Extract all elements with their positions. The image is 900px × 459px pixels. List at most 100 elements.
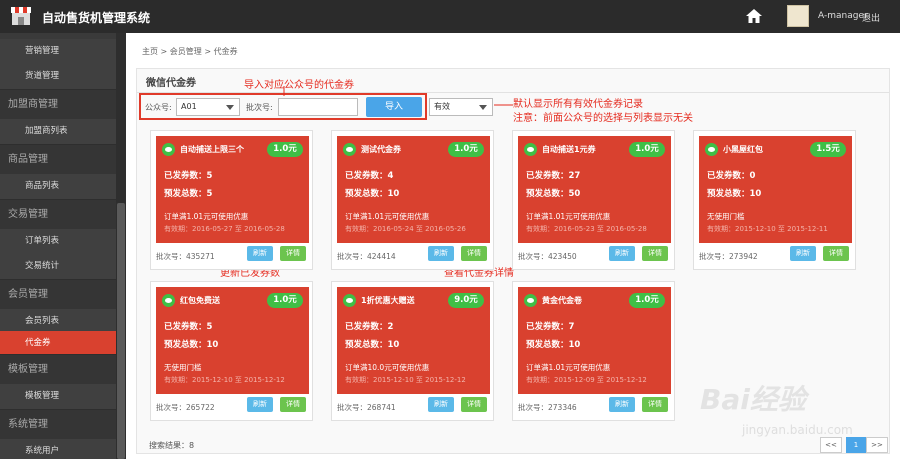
voucher-card-face: 1折优惠大赠送 9.0元 已发券数：2 预发总数：10 订单满10.0元可使用优… [337, 287, 490, 394]
wechat-icon [524, 143, 537, 156]
home-icon[interactable] [745, 7, 763, 25]
wechat-icon [162, 294, 175, 307]
search-result-count: 搜索结果：8 [149, 441, 195, 450]
voucher-name: 自动捕送上限三个 [180, 145, 244, 154]
wechat-icon [343, 143, 356, 156]
chevron-down-icon [226, 105, 234, 110]
validity-period: 有效期：2015-12-09 至 2015-12-12 [526, 376, 647, 384]
sidebar-item-orders[interactable]: 订单列表 [0, 229, 116, 254]
sidebar-section-system[interactable]: 系统管理 [0, 409, 116, 439]
pager-current-button[interactable]: 1 [846, 437, 866, 453]
wechat-icon [343, 294, 356, 307]
voucher-amount-badge: 1.0元 [267, 293, 303, 308]
breadcrumb: 主页 > 会员管理 > 代金券 [142, 47, 238, 56]
pager-prev-button[interactable]: << [820, 437, 842, 453]
voucher-card: 黄金代金卷 1.0元 已发券数：7 预发总数：10 订单满1.01元可使用优惠 … [512, 281, 675, 421]
voucher-card-face: 测试代金券 1.0元 已发券数：4 预发总数：10 订单满1.01元可使用优惠 … [337, 136, 490, 243]
batch-number: 批次号：273942 [699, 252, 758, 261]
annotation-default-line2: 注意：前面公众号的选择与列表显示无关 [513, 113, 693, 124]
usage-condition: 无使用门槛 [164, 363, 202, 372]
sidebar-item-franchise-list[interactable]: 加盟商列表 [0, 119, 116, 144]
sidebar-item-trade-stats[interactable]: 交易统计 [0, 254, 116, 279]
voucher-amount-badge: 1.5元 [810, 142, 846, 157]
sidebar-item-vouchers[interactable]: 代金券 [0, 331, 116, 356]
voucher-amount-badge: 1.0元 [267, 142, 303, 157]
batch-number: 批次号：424414 [337, 252, 396, 261]
usage-condition: 订单满1.01元可使用优惠 [526, 363, 611, 372]
voucher-card-face: 红包免费送 1.0元 已发券数：5 预发总数：10 无使用门槛 有效期：2015… [156, 287, 309, 394]
pre-issue-total: 预发总数：10 [707, 189, 762, 199]
sidebar-item-marketing[interactable]: 营销管理 [0, 39, 116, 64]
voucher-amount-badge: 1.0元 [448, 142, 484, 157]
refresh-button[interactable]: 刷新 [609, 246, 635, 261]
detail-button[interactable]: 详情 [280, 246, 306, 261]
detail-button[interactable]: 详情 [280, 397, 306, 412]
batch-number: 批次号：423450 [518, 252, 577, 261]
sidebar-item-product-list[interactable]: 商品列表 [0, 174, 116, 199]
refresh-button[interactable]: 刷新 [247, 246, 273, 261]
voucher-card-face: 小黑屋红包 1.5元 已发券数：0 预发总数：10 无使用门槛 有效期：2015… [699, 136, 852, 243]
logout-link[interactable]: 退出 [862, 11, 880, 24]
pager-next-button[interactable]: >> [866, 437, 888, 453]
batch-label: 批次号: [246, 103, 273, 112]
issued-count: 已发券数：5 [164, 171, 213, 181]
detail-button[interactable]: 详情 [642, 246, 668, 261]
pre-issue-total: 预发总数：10 [164, 340, 219, 350]
refresh-button[interactable]: 刷新 [790, 246, 816, 261]
sidebar-scroll-thumb[interactable] [117, 203, 125, 459]
voucher-card: 测试代金券 1.0元 已发券数：4 预发总数：10 订单满1.01元可使用优惠 … [331, 130, 494, 270]
usage-condition: 订单满10.0元可使用优惠 [345, 363, 430, 372]
status-select[interactable]: 有效 [429, 98, 493, 116]
detail-button[interactable]: 详情 [823, 246, 849, 261]
top-bar: 自动售货机管理系统 A-manager 退出 [0, 0, 900, 33]
sidebar-item-channel[interactable]: 货道管理 [0, 64, 116, 89]
wechat-icon [162, 143, 175, 156]
vending-store-logo-icon [11, 7, 31, 25]
voucher-amount-badge: 1.0元 [629, 142, 665, 157]
pre-issue-total: 预发总数：50 [526, 189, 581, 199]
batch-input[interactable] [278, 98, 358, 116]
sidebar-item-template-manage[interactable]: 模板管理 [0, 384, 116, 409]
refresh-button[interactable]: 刷新 [609, 397, 635, 412]
validity-period: 有效期：2016-05-24 至 2016-05-26 [345, 225, 466, 233]
refresh-button[interactable]: 刷新 [428, 397, 454, 412]
sidebar-section-products[interactable]: 商品管理 [0, 144, 116, 174]
status-select-value: 有效 [434, 102, 450, 111]
import-button[interactable]: 导入 [366, 97, 422, 117]
voucher-card: 1折优惠大赠送 9.0元 已发券数：2 预发总数：10 订单满10.0元可使用优… [331, 281, 494, 421]
issued-count: 已发券数：27 [526, 171, 581, 181]
voucher-name: 红包免费送 [180, 296, 220, 305]
voucher-card: 红包免费送 1.0元 已发券数：5 预发总数：10 无使用门槛 有效期：2015… [150, 281, 313, 421]
user-name: A-manager [818, 11, 868, 21]
app-title: 自动售货机管理系统 [42, 11, 151, 25]
sidebar-section-members[interactable]: 会员管理 [0, 279, 116, 309]
validity-period: 有效期：2016-05-23 至 2016-05-28 [526, 225, 647, 233]
detail-button[interactable]: 详情 [461, 397, 487, 412]
baidu-watermark-url: jingyan.baidu.com [742, 423, 853, 437]
voucher-card: 自动捕送上限三个 1.0元 已发券数：5 预发总数：5 订单满1.01元可使用优… [150, 130, 313, 270]
sidebar-section-trade[interactable]: 交易管理 [0, 199, 116, 229]
refresh-button[interactable]: 刷新 [428, 246, 454, 261]
detail-button[interactable]: 详情 [461, 246, 487, 261]
usage-condition: 无使用门槛 [707, 212, 745, 221]
sidebar-section-templates[interactable]: 模板管理 [0, 354, 116, 384]
batch-number: 批次号：435271 [156, 252, 215, 261]
validity-period: 有效期：2015-12-10 至 2015-12-11 [707, 225, 828, 233]
sidebar-section-franchise[interactable]: 加盟商管理 [0, 89, 116, 119]
baidu-watermark: Bai经验 [700, 383, 806, 416]
issued-count: 已发券数：4 [345, 171, 394, 181]
validity-period: 有效期：2015-12-10 至 2015-12-12 [345, 376, 466, 384]
validity-period: 有效期：2016-05-27 至 2016-05-28 [164, 225, 285, 233]
annotation-arrow-icon [494, 104, 513, 106]
avatar[interactable] [787, 5, 809, 27]
voucher-name: 小黑屋红包 [723, 145, 763, 154]
refresh-button[interactable]: 刷新 [247, 397, 273, 412]
detail-button[interactable]: 详情 [642, 397, 668, 412]
voucher-card-face: 自动捕送1元券 1.0元 已发券数：27 预发总数：50 订单满1.01元可使用… [518, 136, 671, 243]
usage-condition: 订单满1.01元可使用优惠 [526, 212, 611, 221]
voucher-card-face: 黄金代金卷 1.0元 已发券数：7 预发总数：10 订单满1.01元可使用优惠 … [518, 287, 671, 394]
sidebar-item-system-users[interactable]: 系统用户 [0, 439, 116, 459]
annotation-default-line1: 默认显示所有有效代金券记录 [513, 99, 643, 110]
batch-number: 批次号：273346 [518, 403, 577, 412]
account-select[interactable]: A01 [176, 98, 240, 116]
